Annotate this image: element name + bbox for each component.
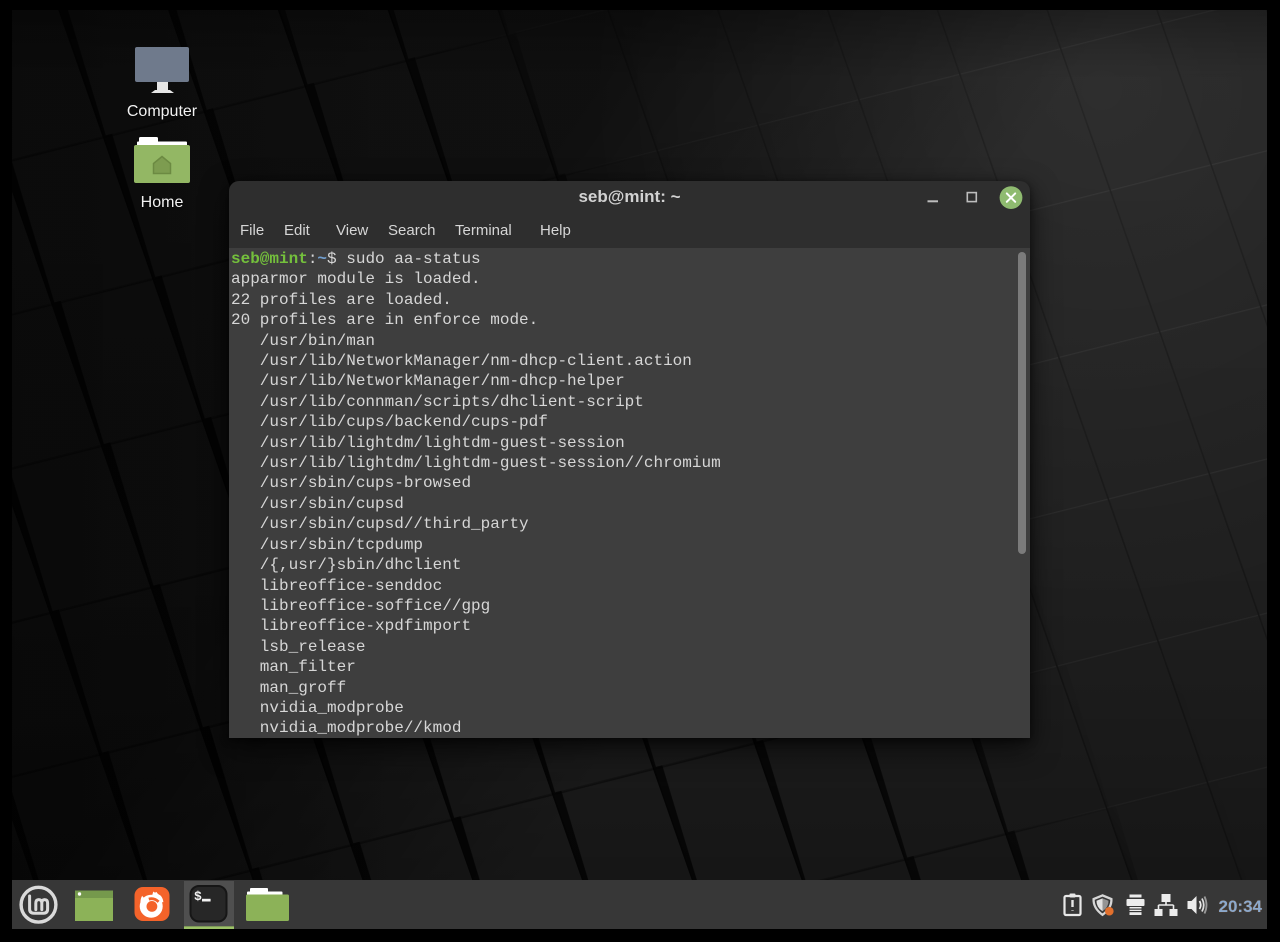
svg-text:$: $ (194, 889, 202, 904)
